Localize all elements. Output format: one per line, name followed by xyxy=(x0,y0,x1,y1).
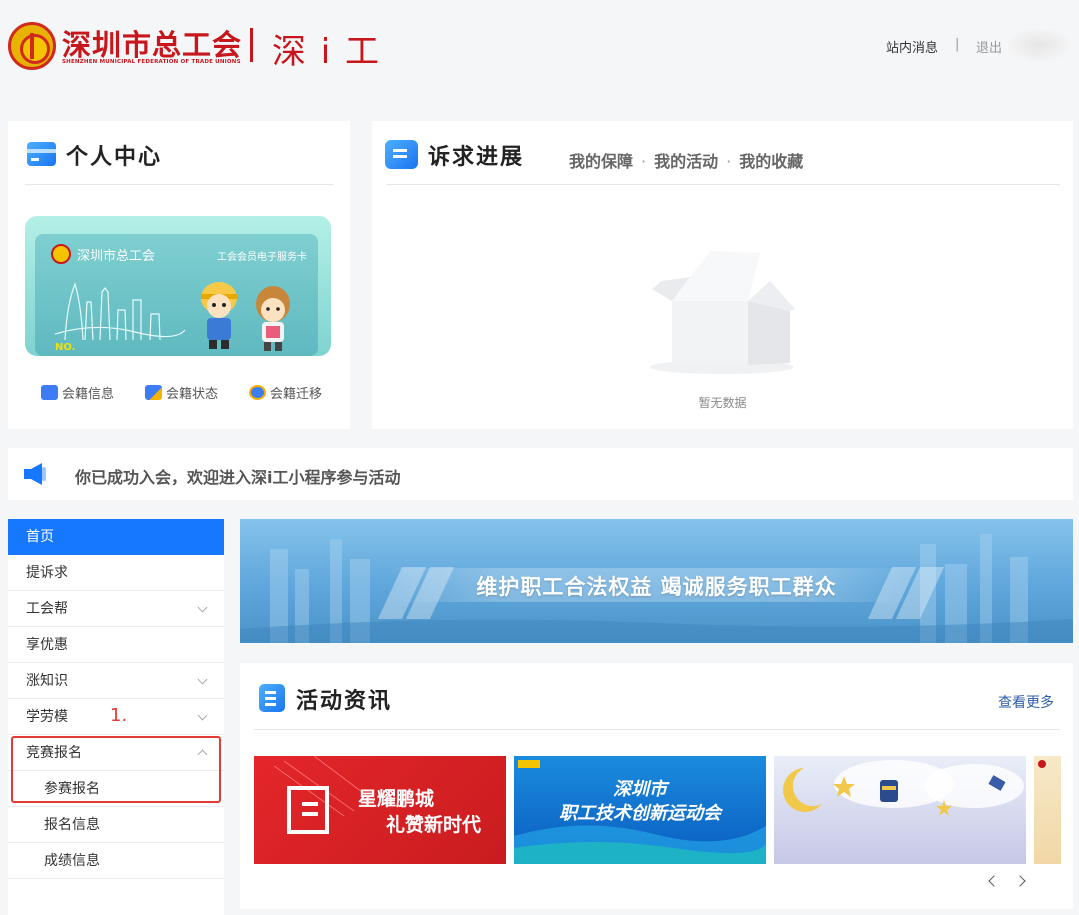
carousel-next-button[interactable] xyxy=(1012,871,1032,891)
logo-divider xyxy=(250,28,253,62)
sidebar-item-label: 涨知识 xyxy=(26,673,68,689)
tab-my-activities[interactable]: 我的活动 xyxy=(654,152,718,171)
sidebar-item-label: 学劳模 xyxy=(26,709,68,725)
sidebar-item-label: 工会帮 xyxy=(26,601,68,617)
membership-status-button[interactable]: 会籍状态 xyxy=(145,383,218,402)
news-card-line: 职工技术创新运动会 xyxy=(559,803,721,824)
notice-bar: 你已成功入会，欢迎进入深i工小程序参与活动 xyxy=(8,448,1073,500)
worker-character-icon xyxy=(256,286,290,351)
empty-box-icon xyxy=(650,251,795,374)
sidebar-item-union-help[interactable]: 工会帮 xyxy=(8,591,224,627)
medal-icon xyxy=(249,385,266,400)
sidebar-item-registration-info[interactable]: 报名信息 xyxy=(8,807,224,843)
org-name-en: SHENZHEN MUNICIPAL FEDERATION OF TRADE U… xyxy=(62,59,241,65)
divider xyxy=(254,729,1060,730)
sidebar-item-discounts[interactable]: 享优惠 xyxy=(8,627,224,663)
news-card[interactable] xyxy=(774,756,1026,864)
personal-center-card: 个人中心 深圳市总工会 工会会员电子服务卡 NO. 会籍信息 会籍状态 会籍迁移 xyxy=(8,121,350,429)
tab-my-protection[interactable]: 我的保障 xyxy=(569,152,633,171)
message-icon xyxy=(385,140,418,169)
sidebar-item-label: 报名信息 xyxy=(44,817,100,833)
union-emblem-icon xyxy=(51,244,71,264)
sidebar-item-competition[interactable]: 竞赛报名 xyxy=(8,735,224,771)
divider xyxy=(25,184,334,185)
messages-link[interactable]: 站内消息 xyxy=(886,37,938,56)
view-more-link[interactable]: 查看更多 xyxy=(998,692,1054,712)
document-icon xyxy=(259,684,285,712)
sidebar-item-label: 享优惠 xyxy=(26,637,68,653)
sidebar-item-appeal[interactable]: 提诉求 xyxy=(8,555,224,591)
annotation-number: 1. xyxy=(110,705,128,726)
membership-info-button[interactable]: 会籍信息 xyxy=(41,383,114,402)
hero-banner[interactable]: 维护职工合法权益 竭诚服务职工群众 xyxy=(240,519,1073,643)
appeal-progress-title: 诉求进展 xyxy=(428,145,525,170)
news-card-title: 深圳市 职工技术创新运动会 xyxy=(514,778,766,826)
sidebar-item-label: 竞赛报名 xyxy=(26,745,82,761)
sidebar-item-register[interactable]: 参赛报名 xyxy=(8,771,224,807)
member-card[interactable]: 深圳市总工会 工会会员电子服务卡 NO. xyxy=(25,216,331,356)
org-name: 深圳市总工会 xyxy=(62,28,243,62)
member-card-service: 工会会员电子服务卡 xyxy=(217,252,307,263)
appeal-tabs: 我的保障 · 我的活动 · 我的收藏 xyxy=(569,148,803,172)
avatar[interactable] xyxy=(1008,28,1070,62)
skyline-icon xyxy=(55,282,185,340)
sidebar-item-label: 成绩信息 xyxy=(44,853,100,869)
sidebar-item-home[interactable]: 首页 xyxy=(8,519,224,555)
notice-text: 你已成功入会，欢迎进入深i工小程序参与活动 xyxy=(75,468,401,487)
tab-separator: · xyxy=(726,152,732,171)
membership-transfer-button[interactable]: 会籍迁移 xyxy=(249,383,322,402)
chevron-down-icon xyxy=(197,674,208,685)
member-card-org: 深圳市总工会 xyxy=(77,249,156,264)
union-emblem-icon xyxy=(8,22,56,70)
membership-status-label: 会籍状态 xyxy=(166,387,219,402)
divider xyxy=(386,184,1060,185)
news-card[interactable]: 深圳市 职工技术创新运动会 xyxy=(514,756,766,864)
banner-slogan: 维护职工合法权益 竭诚服务职工群众 xyxy=(476,575,837,599)
tab-my-favorites[interactable]: 我的收藏 xyxy=(739,152,803,171)
member-card-face: 深圳市总工会 工会会员电子服务卡 NO. xyxy=(35,234,318,356)
union-emblem-icon xyxy=(1038,760,1046,768)
app-name: 深 i 工 xyxy=(272,32,382,72)
sidebar-item-label: 首页 xyxy=(26,529,54,545)
sidebar-item-knowledge[interactable]: 涨知识 xyxy=(8,663,224,699)
sidebar-item-label: 提诉求 xyxy=(26,565,68,581)
header: 深圳市总工会 SHENZHEN MUNICIPAL FEDERATION OF … xyxy=(0,0,1079,95)
nav-separator: | xyxy=(955,37,960,52)
worker-character-icon xyxy=(201,282,237,349)
membership-transfer-label: 会籍迁移 xyxy=(270,387,323,402)
chevron-down-icon xyxy=(197,710,208,721)
activity-news-title: 活动资讯 xyxy=(296,689,393,714)
news-card-line: 礼赞新时代 xyxy=(386,814,482,836)
sidebar-item-results[interactable]: 成绩信息 xyxy=(8,843,224,879)
news-card[interactable]: 星耀鹏城 礼赞新时代 xyxy=(254,756,506,864)
empty-state-text: 暂无数据 xyxy=(698,396,747,410)
speaker-icon xyxy=(24,463,46,485)
card-icon xyxy=(27,142,56,166)
appeal-progress-card: 诉求进展 我的保障 · 我的活动 · 我的收藏 暂无数据 xyxy=(372,121,1073,429)
user-badge-icon xyxy=(145,385,162,400)
sidebar-item-label: 参赛报名 xyxy=(44,781,100,797)
personal-center-title: 个人中心 xyxy=(66,145,163,170)
space-illustration-icon xyxy=(783,760,1024,816)
activity-news-section: 活动资讯 查看更多 星耀鹏城 礼赞新时代 深圳市 职工技术创新运动会 xyxy=(240,663,1073,909)
member-number: NO. xyxy=(55,342,76,353)
carousel-prev-button[interactable] xyxy=(982,871,1002,891)
chat-icon xyxy=(41,385,58,400)
chevron-down-icon xyxy=(197,602,208,613)
news-card[interactable] xyxy=(1034,756,1061,864)
logout-link[interactable]: 退出 xyxy=(976,37,1002,56)
tab-separator: · xyxy=(641,152,647,171)
news-card-line: 星耀鹏城 xyxy=(358,788,435,810)
chevron-up-icon xyxy=(197,749,208,760)
news-card-line: 深圳市 xyxy=(613,779,667,800)
membership-info-label: 会籍信息 xyxy=(62,387,115,402)
news-card-title: 星耀鹏城 礼赞新时代 xyxy=(350,786,481,838)
